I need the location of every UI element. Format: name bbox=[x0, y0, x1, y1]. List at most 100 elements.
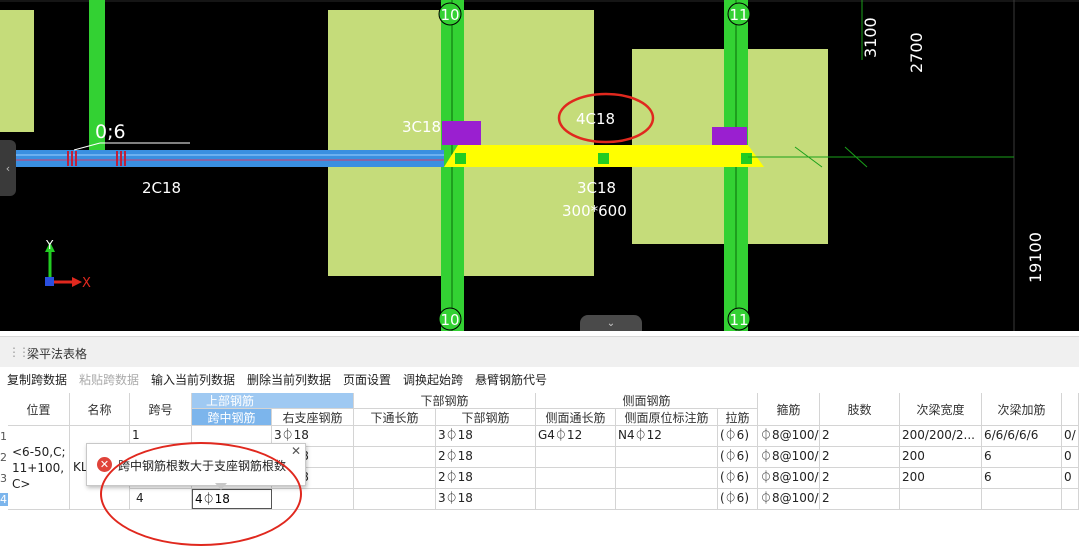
row-number[interactable]: 2 bbox=[0, 451, 8, 464]
right-support-cell[interactable] bbox=[272, 489, 354, 510]
header-right-support[interactable]: 右支座钢筋 bbox=[272, 409, 354, 426]
header-stirrup[interactable]: 箍筋 bbox=[758, 393, 820, 426]
span-cell[interactable]: 4 bbox=[130, 489, 192, 510]
beam-table-panel: ⋮⋮ 梁平法表格 复制跨数据 粘贴跨数据 输入当前列数据 删除当前列数据 页面设… bbox=[0, 331, 1079, 559]
axis-label-11-top: 11 bbox=[729, 6, 748, 24]
cad-drawing[interactable]: 10 11 10 11 0;6 2C18 3C18 4C18 3C18 300*… bbox=[0, 0, 1079, 331]
node-marker bbox=[741, 153, 752, 164]
lower-through-cell[interactable] bbox=[354, 426, 436, 447]
side-original-cell[interactable] bbox=[616, 468, 718, 489]
extra-cell[interactable]: 0 bbox=[1062, 447, 1079, 468]
copy-span-data-button[interactable]: 复制跨数据 bbox=[7, 371, 67, 388]
secondary-width-cell[interactable]: 200 bbox=[900, 468, 982, 489]
dim-19100: 19100 bbox=[1026, 232, 1045, 283]
label-left-top: 0;6 bbox=[95, 121, 126, 143]
header-secondary-add[interactable]: 次梁加筋 bbox=[982, 393, 1062, 426]
header-lower-rebar[interactable]: 下部钢筋 bbox=[354, 393, 536, 409]
error-icon: ✕ bbox=[97, 457, 112, 472]
lower-bar-cell[interactable]: 2⏀18 bbox=[436, 447, 536, 468]
secondary-add-cell[interactable] bbox=[982, 489, 1062, 510]
header-side-rebar[interactable]: 侧面钢筋 bbox=[536, 393, 758, 409]
bottom-collapse-button[interactable]: ⌄ bbox=[580, 315, 642, 331]
cantilever-code-button[interactable]: 悬臂钢筋代号 bbox=[475, 371, 547, 388]
toolbar: 复制跨数据 粘贴跨数据 输入当前列数据 删除当前列数据 页面设置 调换起始跨 悬… bbox=[0, 368, 1079, 390]
tie-cell[interactable]: (⏀6) bbox=[718, 468, 758, 489]
header-legs[interactable]: 肢数 bbox=[820, 393, 900, 426]
secondary-add-cell[interactable]: 6 bbox=[982, 468, 1062, 489]
header-tie[interactable]: 拉筋 bbox=[718, 409, 758, 426]
label-middle-bottom: 3C18 bbox=[577, 179, 616, 197]
page-setup-button[interactable]: 页面设置 bbox=[343, 371, 391, 388]
stirrup-cell[interactable]: ⏀8@100/ bbox=[758, 489, 820, 510]
stirrup-cell[interactable]: ⏀8@100/ bbox=[758, 468, 820, 489]
row-number[interactable]: 3 bbox=[0, 472, 8, 485]
side-collapse-button[interactable]: ‹ bbox=[0, 140, 16, 196]
mid-span-edit-input[interactable]: 4⏀18 bbox=[192, 489, 272, 509]
node-marker bbox=[455, 153, 466, 164]
legs-cell[interactable]: 2 bbox=[820, 426, 900, 447]
tie-cell[interactable]: (⏀6) bbox=[718, 426, 758, 447]
paste-span-data-button[interactable]: 粘贴跨数据 bbox=[79, 371, 139, 388]
tie-cell[interactable]: (⏀6) bbox=[718, 489, 758, 510]
side-through-cell[interactable] bbox=[536, 489, 616, 510]
legs-cell[interactable]: 2 bbox=[820, 468, 900, 489]
cad-canvas[interactable]: 10 11 10 11 0;6 2C18 3C18 4C18 3C18 300*… bbox=[0, 0, 1079, 331]
secondary-add-cell[interactable]: 6/6/6/6/6 bbox=[982, 426, 1062, 447]
lower-bar-cell[interactable]: 2⏀18 bbox=[436, 468, 536, 489]
side-through-cell[interactable] bbox=[536, 447, 616, 468]
label-left-bottom: 2C18 bbox=[142, 179, 181, 197]
header-lower-through[interactable]: 下通长筋 bbox=[354, 409, 436, 426]
stirrup-cell[interactable]: ⏀8@100/ bbox=[758, 447, 820, 468]
header-name[interactable]: 名称 bbox=[70, 393, 130, 426]
close-icon[interactable]: ✕ bbox=[291, 444, 301, 458]
side-original-cell[interactable] bbox=[616, 489, 718, 510]
lower-through-cell[interactable] bbox=[354, 489, 436, 510]
coord-x-label: X bbox=[82, 276, 91, 291]
header-secondary-width[interactable]: 次梁宽度 bbox=[900, 393, 982, 426]
position-line: <6-50,C; bbox=[12, 445, 66, 459]
beam-blue bbox=[14, 150, 444, 167]
swap-start-span-button[interactable]: 调换起始跨 bbox=[403, 371, 463, 388]
header-position[interactable]: 位置 bbox=[8, 393, 70, 426]
header-side-original[interactable]: 侧面原位标注筋 bbox=[616, 409, 718, 426]
secondary-width-cell[interactable]: 200/200/2... bbox=[900, 426, 982, 447]
header-upper-rebar[interactable]: 上部钢筋 bbox=[192, 393, 354, 409]
side-through-cell[interactable] bbox=[536, 468, 616, 489]
header-lower-bar[interactable]: 下部钢筋 bbox=[436, 409, 536, 426]
label-section: 300*600 bbox=[562, 202, 627, 220]
side-original-cell[interactable] bbox=[616, 447, 718, 468]
panel-title: 梁平法表格 bbox=[27, 347, 88, 361]
extra-cell[interactable]: 0/ bbox=[1062, 426, 1079, 447]
label-support-left: 3C18 bbox=[402, 118, 441, 136]
header-span[interactable]: 跨号 bbox=[130, 393, 192, 426]
secondary-width-cell[interactable]: 200 bbox=[900, 447, 982, 468]
row-number-selected[interactable]: 4 bbox=[0, 493, 8, 506]
header-side-through[interactable]: 侧面通长筋 bbox=[536, 409, 616, 426]
lower-through-cell[interactable] bbox=[354, 468, 436, 489]
error-tooltip: ✕ 跨中钢筋根数大于支座钢筋根数 ✕ bbox=[86, 443, 306, 490]
row-number[interactable]: 1 bbox=[0, 430, 8, 443]
position-cell[interactable]: <6-50,C; 11+100, C> bbox=[8, 426, 70, 510]
grip-icon[interactable]: ⋮⋮ bbox=[8, 345, 30, 359]
input-column-data-button[interactable]: 输入当前列数据 bbox=[151, 371, 235, 388]
lower-bar-cell[interactable]: 3⏀18 bbox=[436, 489, 536, 510]
secondary-width-cell[interactable] bbox=[900, 489, 982, 510]
tie-cell[interactable]: (⏀6) bbox=[718, 447, 758, 468]
legs-cell[interactable]: 2 bbox=[820, 447, 900, 468]
lower-bar-cell[interactable]: 3⏀18 bbox=[436, 426, 536, 447]
side-through-cell[interactable]: G4⏀12 bbox=[536, 426, 616, 447]
header-mid-span[interactable]: 跨中钢筋 bbox=[192, 409, 272, 426]
axis-label-10-top: 10 bbox=[440, 6, 459, 24]
legs-cell[interactable]: 2 bbox=[820, 489, 900, 510]
extra-cell[interactable] bbox=[1062, 489, 1079, 510]
side-original-cell[interactable]: N4⏀12 bbox=[616, 426, 718, 447]
secondary-add-cell[interactable]: 6 bbox=[982, 447, 1062, 468]
support-right-marker bbox=[712, 127, 747, 145]
lower-through-cell[interactable] bbox=[354, 447, 436, 468]
extra-cell[interactable]: 0 bbox=[1062, 468, 1079, 489]
tooltip-tail bbox=[215, 483, 227, 490]
delete-column-data-button[interactable]: 删除当前列数据 bbox=[247, 371, 331, 388]
position-line: 11+100, bbox=[12, 461, 65, 475]
label-middle-top: 4C18 bbox=[576, 110, 615, 128]
stirrup-cell[interactable]: ⏀8@100/ bbox=[758, 426, 820, 447]
